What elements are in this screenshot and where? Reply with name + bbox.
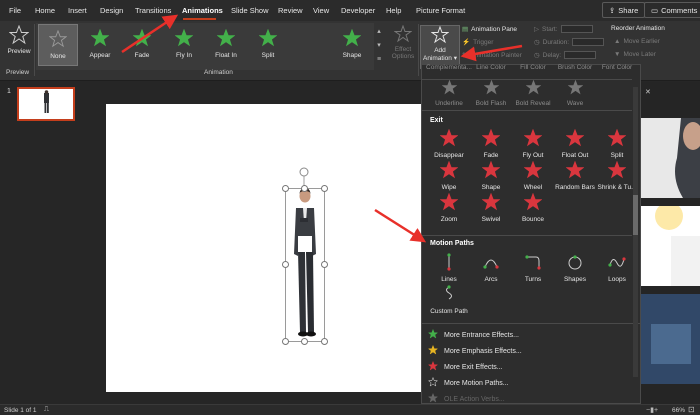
annotation-arrow xyxy=(460,44,523,62)
annotation-arrow xyxy=(121,14,179,54)
annotation-arrow xyxy=(374,208,427,243)
annotation-arrows xyxy=(121,14,523,243)
